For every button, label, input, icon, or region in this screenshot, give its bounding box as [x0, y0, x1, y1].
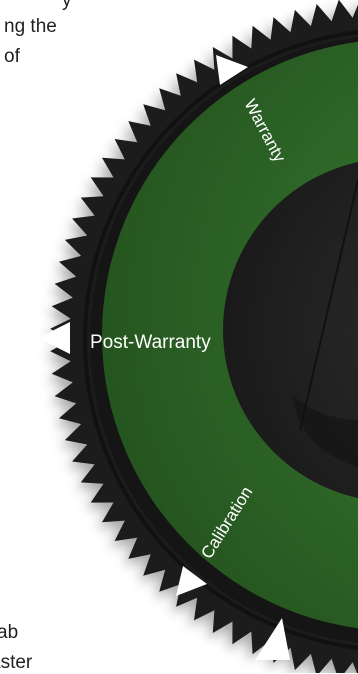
body-text-line: aster — [0, 652, 33, 673]
segment-label-post-warranty: Post-Warranty — [90, 332, 211, 353]
service-dial: Warranty Post-Warranty Calibration — [38, 0, 358, 673]
body-text-line: ab — [0, 622, 19, 643]
